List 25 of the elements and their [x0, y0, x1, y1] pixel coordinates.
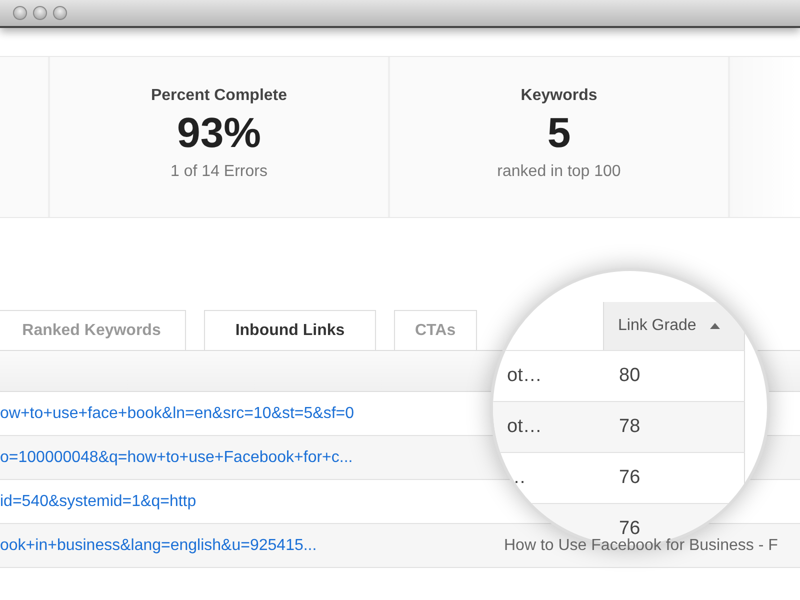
- tab[interactable]: Ranked Keywords: [0, 310, 186, 350]
- stat-label: Keywords: [520, 87, 598, 105]
- table-cell: 76: [619, 467, 640, 489]
- stat-value: 93%: [176, 109, 262, 157]
- column-header[interactable]: Link Grade: [603, 302, 745, 350]
- table-cell: 80: [619, 365, 640, 387]
- table-cell: ot…: [507, 365, 542, 386]
- tab[interactable]: CTAs: [394, 310, 477, 350]
- zoom-icon[interactable]: [53, 6, 67, 20]
- url-link[interactable]: id=540&systemid=1&q=http: [0, 492, 196, 510]
- table-cell: 78: [619, 416, 640, 438]
- url-link[interactable]: ow+to+use+face+book&ln=en&src=10&st=5&sf=0: [0, 404, 354, 422]
- sort-up-icon: [710, 323, 720, 329]
- stat-caption: 1 of 14 Errors: [170, 163, 268, 181]
- url-link[interactable]: ook+in+business&lang=english&u=925415...: [0, 536, 317, 554]
- stat-value: 5: [547, 109, 571, 157]
- minimize-icon[interactable]: [33, 6, 47, 20]
- url-link[interactable]: o=100000048&q=how+to+use+Facebook+for+c...: [0, 448, 353, 466]
- stat-caption: ranked in top 100: [497, 163, 621, 181]
- stat-label: Percent Complete: [150, 87, 288, 105]
- tab[interactable]: Inbound Links: [204, 310, 376, 350]
- table-cell-text: 76: [619, 518, 640, 539]
- table-cell: ot…: [507, 416, 542, 437]
- table-cell-text: How to Use Facebook for Business - F: [503, 536, 778, 554]
- close-icon[interactable]: [13, 6, 27, 20]
